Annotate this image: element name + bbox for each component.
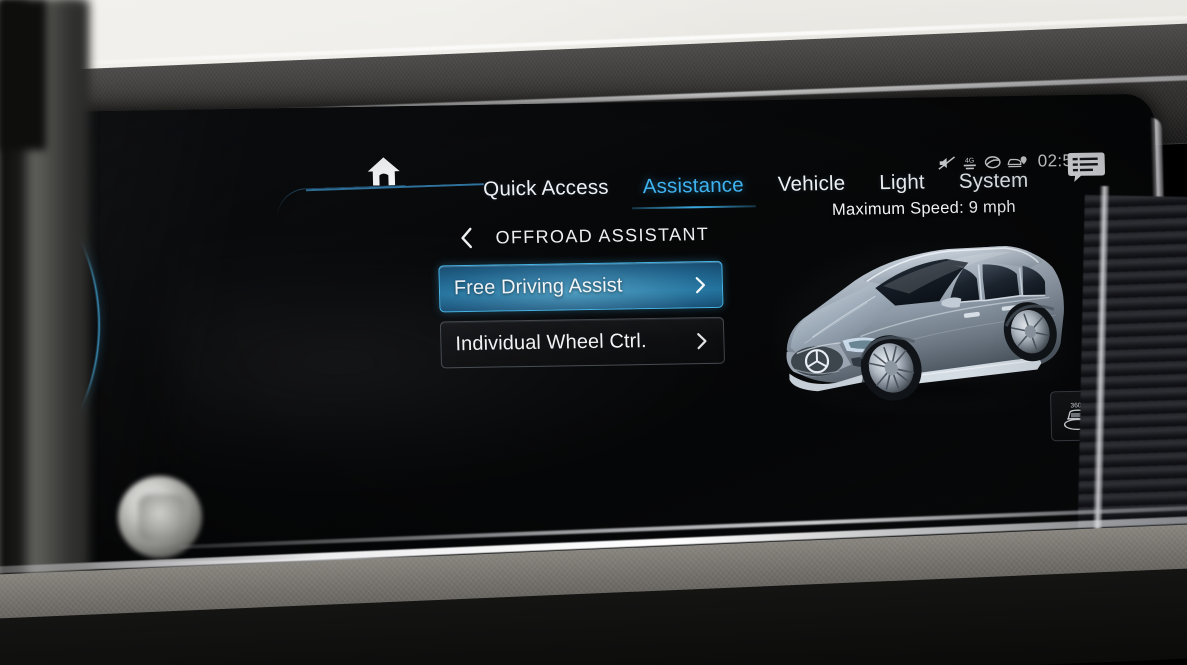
breadcrumb: OFFROAD ASSISTANT: [459, 223, 709, 249]
mute-icon: [938, 156, 956, 170]
messages-button[interactable]: [1063, 148, 1108, 185]
menu-item-label: Free Driving Assist: [453, 274, 623, 300]
tab-assistance[interactable]: Assistance: [625, 173, 761, 199]
infotainment-display[interactable]: Quick Access Assistance Vehicle Light Sy…: [44, 93, 1173, 570]
menu-item-free-driving-assist[interactable]: Free Driving Assist: [438, 260, 724, 313]
connectivity-icon: [984, 155, 1001, 169]
home-icon: [365, 154, 402, 189]
air-vent-knob-center: [138, 494, 186, 542]
svg-text:4G: 4G: [965, 158, 975, 165]
offroad-menu-list: Free Driving Assist Individual Wheel Ctr…: [438, 260, 726, 378]
top-left-shadow: [0, 0, 46, 150]
chevron-left-icon: [461, 227, 473, 249]
page-title: OFFROAD ASSISTANT: [495, 223, 710, 248]
menu-item-label: Individual Wheel Ctrl.: [455, 330, 647, 356]
back-button[interactable]: [459, 227, 474, 249]
screen-ui: Quick Access Assistance Vehicle Light Sy…: [275, 145, 1108, 503]
menu-item-individual-wheel-ctrl[interactable]: Individual Wheel Ctrl.: [439, 316, 726, 369]
tab-light[interactable]: Light: [862, 170, 942, 195]
chevron-right-icon: [695, 276, 706, 294]
photo-scene: Quick Access Assistance Vehicle Light Sy…: [0, 0, 1187, 665]
tab-quick-access[interactable]: Quick Access: [466, 175, 626, 202]
tab-vehicle[interactable]: Vehicle: [761, 171, 863, 197]
chevron-right-icon: [696, 332, 707, 350]
message-bubble-icon: [1067, 152, 1106, 182]
car-location-icon: [1007, 155, 1028, 169]
message-pod-accent: [275, 184, 408, 220]
mercedes-gle-suv-render: [761, 215, 1092, 420]
4g-network-icon: 4G: [961, 156, 978, 170]
status-bar: 4G 02:54: [937, 151, 1082, 173]
